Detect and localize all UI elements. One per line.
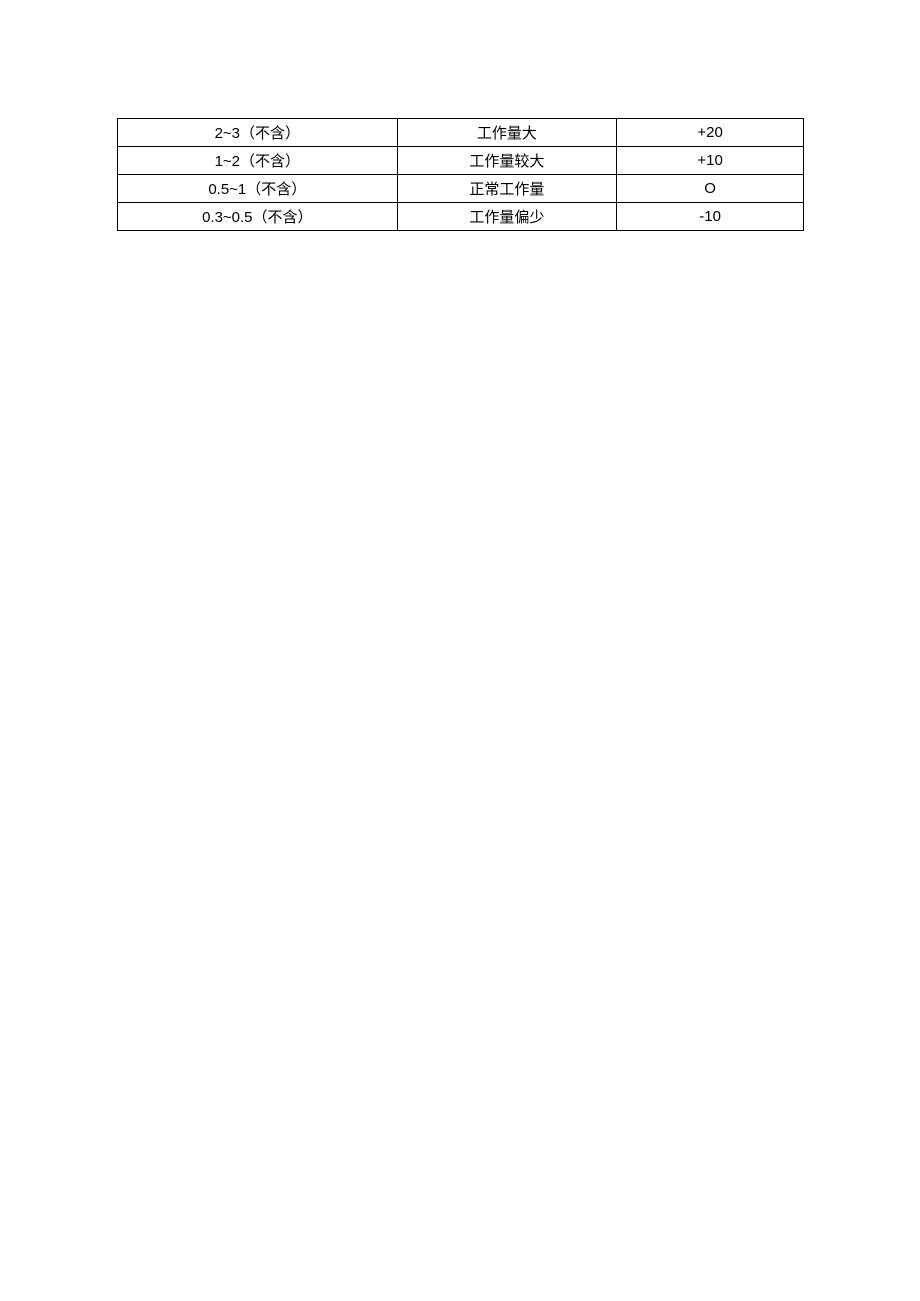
table-row: 1~2（不含） 工作量较大 +10 xyxy=(118,147,804,175)
desc-cell: 工作量偏少 xyxy=(397,203,617,231)
desc-cell: 工作量大 xyxy=(397,119,617,147)
table-row: 0.5~1（不含） 正常工作量 O xyxy=(118,175,804,203)
workload-table: 2~3（不含） 工作量大 +20 1~2（不含） 工作量较大 +10 0.5~1… xyxy=(117,118,804,231)
desc-cell: 正常工作量 xyxy=(397,175,617,203)
score-cell: -10 xyxy=(617,203,804,231)
range-cell: 0.3~0.5（不含） xyxy=(118,203,398,231)
desc-cell: 工作量较大 xyxy=(397,147,617,175)
table-row: 2~3（不含） 工作量大 +20 xyxy=(118,119,804,147)
range-cell: 0.5~1（不含） xyxy=(118,175,398,203)
table-row: 0.3~0.5（不含） 工作量偏少 -10 xyxy=(118,203,804,231)
workload-table-container: 2~3（不含） 工作量大 +20 1~2（不含） 工作量较大 +10 0.5~1… xyxy=(117,118,804,231)
range-cell: 2~3（不含） xyxy=(118,119,398,147)
range-cell: 1~2（不含） xyxy=(118,147,398,175)
score-cell: O xyxy=(617,175,804,203)
score-cell: +10 xyxy=(617,147,804,175)
score-cell: +20 xyxy=(617,119,804,147)
